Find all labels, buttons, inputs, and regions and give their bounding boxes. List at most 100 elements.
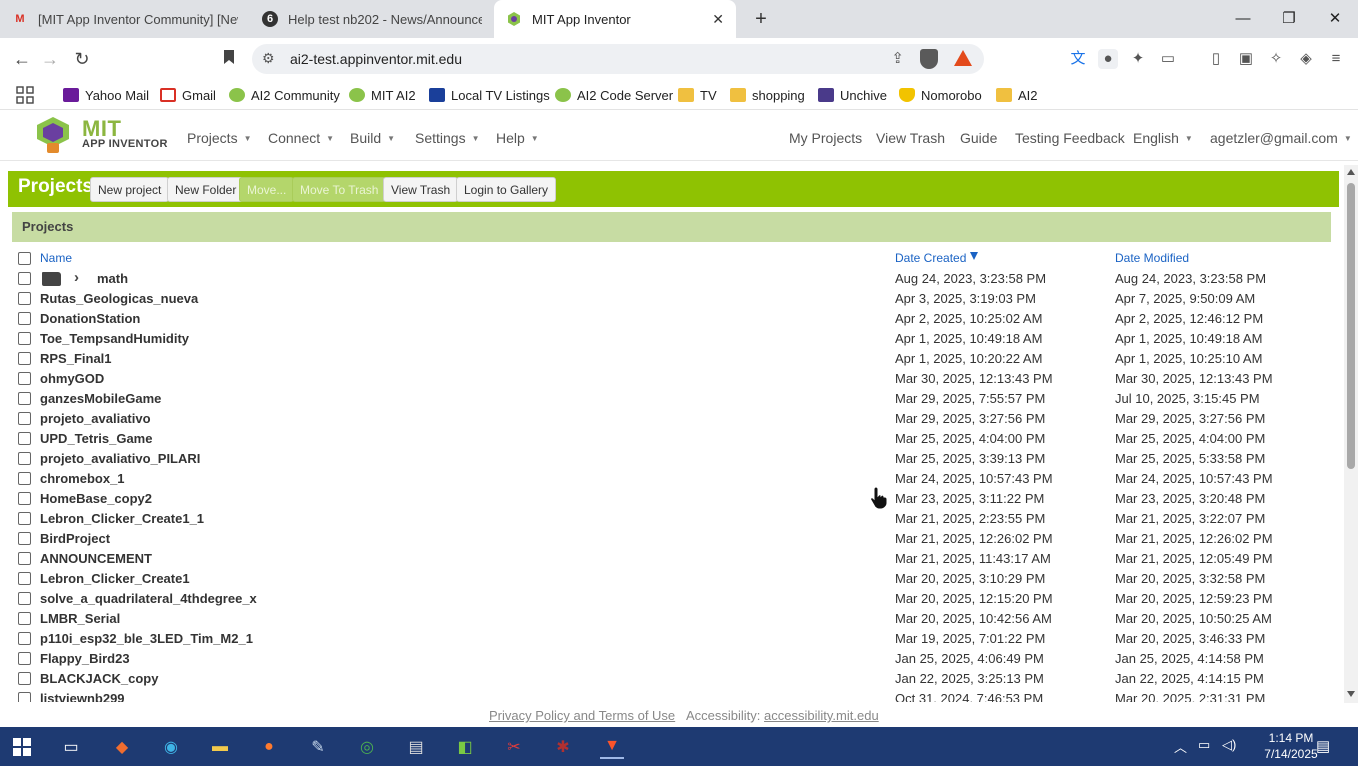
row-checkbox[interactable] <box>18 352 31 365</box>
vpn-icon[interactable]: ◈ <box>1296 49 1316 69</box>
game-app-icon[interactable]: ✱ <box>551 735 575 759</box>
wallet-icon[interactable]: ▣ <box>1236 49 1256 69</box>
row-checkbox[interactable] <box>18 272 31 285</box>
row-checkbox[interactable] <box>18 292 31 305</box>
link-testing-feedback[interactable]: Testing Feedback <box>1015 130 1125 146</box>
menu-settings[interactable]: Settings ▼ <box>415 130 480 146</box>
project-name[interactable]: Lebron_Clicker_Create1 <box>40 571 190 586</box>
remote-desktop-icon[interactable]: ▤ <box>404 735 428 759</box>
row-checkbox[interactable] <box>18 612 31 625</box>
table-row[interactable]: Toe_TempsandHumidity Apr 1, 2025, 10:49:1… <box>12 329 1325 349</box>
task-view-icon[interactable]: ▭ <box>59 735 83 759</box>
snipping-tool-icon[interactable]: ✂ <box>502 735 526 759</box>
row-checkbox[interactable] <box>18 372 31 385</box>
folder-row[interactable]: › math Aug 24, 2023, 3:23:58 PM Aug 24, 202… <box>12 269 1325 289</box>
row-checkbox[interactable] <box>18 452 31 465</box>
leo-ai-icon[interactable]: ✧ <box>1266 49 1286 69</box>
scroll-down-icon[interactable] <box>1347 691 1355 697</box>
table-row[interactable]: ganzesMobileGame Mar 29, 2025, 7:55:57 PM… <box>12 389 1325 409</box>
notifications-icon[interactable]: ▤ <box>1316 737 1330 755</box>
bluestacks-icon[interactable]: ◧ <box>453 735 477 759</box>
bookmark-ai2-code-server[interactable]: AI2 Code Server <box>555 85 673 105</box>
tab-community[interactable]: M [MIT App Inventor Community] [New <box>0 0 250 38</box>
menu-projects[interactable]: Projects ▼ <box>187 130 252 146</box>
browser-menu-icon[interactable]: ≡ <box>1326 49 1346 69</box>
row-checkbox[interactable] <box>18 512 31 525</box>
apps-grid-icon[interactable] <box>16 85 34 105</box>
tray-overflow-icon[interactable]: ︿ <box>1174 737 1187 756</box>
chevron-right-icon[interactable]: › <box>74 269 79 286</box>
project-name[interactable]: math <box>97 271 128 286</box>
extensions-icon[interactable]: ✦ <box>1128 49 1148 69</box>
row-checkbox[interactable] <box>18 392 31 405</box>
office-icon[interactable]: ◆ <box>110 735 134 759</box>
project-name[interactable]: BLACKJACK_copy <box>40 671 158 686</box>
project-name[interactable]: BirdProject <box>40 531 110 546</box>
edge-icon[interactable]: ◉ <box>159 735 183 759</box>
bookmark-folder-tv[interactable]: TV <box>678 85 717 105</box>
login-to-gallery-button[interactable]: Login to Gallery <box>456 177 557 202</box>
column-header-date-created[interactable]: Date Created <box>895 251 966 265</box>
menu-help[interactable]: Help ▼ <box>496 130 539 146</box>
table-row[interactable]: Rutas_Geologicas_nueva Apr 3, 2025, 3:19:… <box>12 289 1325 309</box>
chrome-icon[interactable]: ◎ <box>355 735 379 759</box>
file-explorer-icon[interactable]: ▬ <box>208 735 232 759</box>
project-name[interactable]: chromebox_1 <box>40 471 125 486</box>
table-row[interactable]: UPD_Tetris_Game Mar 25, 2025, 4:04:00 PM M… <box>12 429 1325 449</box>
maximize-button[interactable]: ❐ <box>1266 0 1312 38</box>
table-row[interactable]: p110i_esp32_ble_3LED_Tim_M2_1 Mar 19, 202… <box>12 629 1325 649</box>
project-name[interactable]: Toe_TempsandHumidity <box>40 331 189 346</box>
table-row[interactable]: ohmyGOD Mar 30, 2025, 12:13:43 PM Mar 30, … <box>12 369 1325 389</box>
column-header-date-modified[interactable]: Date Modified <box>1115 251 1189 265</box>
move-to-trash-button[interactable]: Move To Trash <box>292 177 387 202</box>
row-checkbox[interactable] <box>18 532 31 545</box>
project-name[interactable]: Rutas_Geologicas_nueva <box>40 291 198 306</box>
address-bar[interactable]: ⚙ ai2-test.appinventor.mit.edu ⇪ <box>252 44 984 74</box>
bookmark-yahoo-mail[interactable]: Yahoo Mail <box>63 85 149 105</box>
row-checkbox[interactable] <box>18 652 31 665</box>
bookmark-unchive[interactable]: Unchive <box>818 85 887 105</box>
volume-icon[interactable]: ◁) <box>1222 737 1236 753</box>
site-info-icon[interactable]: ⚙ <box>262 50 275 67</box>
language-select[interactable]: English ▼ <box>1133 130 1193 146</box>
brave-shields-icon[interactable] <box>920 49 938 69</box>
row-checkbox[interactable] <box>18 412 31 425</box>
tab-app-inventor[interactable]: MIT App Inventor ✕ <box>494 0 736 38</box>
row-checkbox[interactable] <box>18 492 31 505</box>
paint-icon[interactable]: ✎ <box>306 735 330 759</box>
scrollbar-thumb[interactable] <box>1347 183 1355 469</box>
project-name[interactable]: ohmyGOD <box>40 371 104 386</box>
bookmark-nomorobo[interactable]: Nomorobo <box>899 85 982 105</box>
table-row[interactable]: listviewnb299 Oct 31, 2024, 7:46:53 PM Mar… <box>12 689 1325 702</box>
menu-connect[interactable]: Connect ▼ <box>268 130 334 146</box>
table-row[interactable]: projeto_avaliativo_PILARI Mar 25, 2025, 3… <box>12 449 1325 469</box>
table-row[interactable]: projeto_avaliativo Mar 29, 2025, 3:27:56 … <box>12 409 1325 429</box>
table-row[interactable]: HomeBase_copy2 Mar 23, 2025, 3:11:22 PM Ma… <box>12 489 1325 509</box>
project-name[interactable]: Lebron_Clicker_Create1_1 <box>40 511 204 526</box>
menu-build[interactable]: Build ▼ <box>350 130 395 146</box>
view-trash-button[interactable]: View Trash <box>383 177 459 202</box>
bookmark-mit-ai2[interactable]: MIT AI2 <box>349 85 416 105</box>
new-tab-button[interactable]: + <box>748 6 774 32</box>
tab-help-test[interactable]: 6 Help test nb202 - News/Announceme <box>250 0 494 38</box>
row-checkbox[interactable] <box>18 632 31 645</box>
project-name[interactable]: UPD_Tetris_Game <box>40 431 152 446</box>
bookmark-ai2-community[interactable]: AI2 Community <box>229 85 340 105</box>
app-inventor-logo[interactable] <box>32 115 74 155</box>
bookmark-folder-ai2[interactable]: AI2 <box>996 85 1038 105</box>
project-name[interactable]: solve_a_quadrilateral_4thdegree_x <box>40 591 257 606</box>
reader-icon[interactable]: ▭ <box>1158 49 1178 69</box>
project-name[interactable]: ANNOUNCEMENT <box>40 551 152 566</box>
project-name[interactable]: ganzesMobileGame <box>40 391 161 406</box>
row-checkbox[interactable] <box>18 672 31 685</box>
row-checkbox[interactable] <box>18 472 31 485</box>
minimize-button[interactable]: — <box>1220 0 1266 38</box>
select-all-checkbox[interactable] <box>18 252 31 265</box>
project-name[interactable]: DonationStation <box>40 311 140 326</box>
table-row[interactable]: DonationStation Apr 2, 2025, 10:25:02 AM A… <box>12 309 1325 329</box>
close-icon[interactable]: ✕ <box>712 11 724 28</box>
link-my-projects[interactable]: My Projects <box>789 130 862 146</box>
share-icon[interactable]: ⇪ <box>891 49 904 67</box>
brave-taskbar-icon[interactable]: ▼ <box>600 735 624 759</box>
new-project-button[interactable]: New project <box>90 177 170 202</box>
